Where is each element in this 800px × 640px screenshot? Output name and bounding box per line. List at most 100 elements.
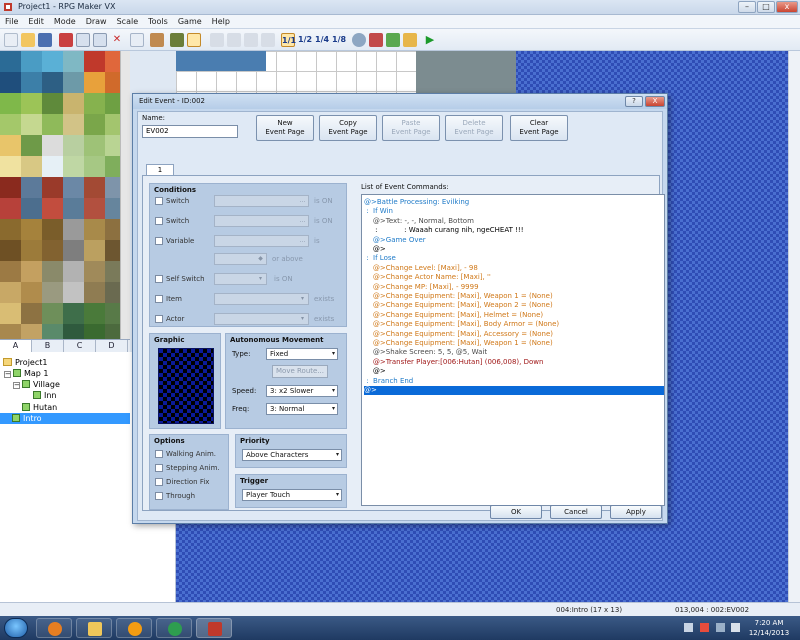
movement-type-select[interactable]: Fixed ▾ xyxy=(266,348,338,360)
paste-event-page-button[interactable]: Paste Event Page xyxy=(382,115,440,141)
event-command-row[interactable]: @>Text: -, -, Normal, Bottom xyxy=(364,217,664,226)
event-command-row[interactable]: @>Change Equipment: [Maxi], Helmet = (No… xyxy=(364,311,664,320)
start-button[interactable] xyxy=(4,618,28,638)
switch2-checkbox[interactable] xyxy=(155,217,163,225)
new-project-icon[interactable] xyxy=(4,33,18,47)
event-command-row[interactable]: @> xyxy=(364,245,664,254)
event-command-row[interactable]: @>Change Level: [Maxi], - 98 xyxy=(364,264,664,273)
menu-mode[interactable]: Mode xyxy=(49,15,81,26)
event-command-row[interactable]: @>Change MP: [Maxi], - 9999 xyxy=(364,283,664,292)
event-command-row[interactable]: @>Battle Processing: Evilking xyxy=(364,198,664,207)
menu-game[interactable]: Game xyxy=(173,15,207,26)
event-command-row[interactable]: @>Shake Screen: 5, 5, @5, Wait xyxy=(364,348,664,357)
database-icon[interactable] xyxy=(352,33,366,47)
item-select[interactable]: ▾ xyxy=(214,293,309,305)
tray-flag-icon[interactable] xyxy=(700,623,709,632)
maximize-button[interactable]: □ xyxy=(757,1,775,13)
self-switch-select[interactable]: ▾ xyxy=(214,273,267,285)
stepping-anim-checkbox[interactable] xyxy=(155,464,163,472)
minimize-button[interactable]: – xyxy=(738,1,756,13)
delete-icon[interactable]: ✕ xyxy=(110,33,124,47)
ok-button[interactable]: OK xyxy=(490,505,542,519)
taskbar-firefox[interactable] xyxy=(36,618,72,638)
taskbar-rpgmaker[interactable] xyxy=(196,618,232,638)
delete-event-page-button[interactable]: Delete Event Page xyxy=(445,115,503,141)
map-scrollbar[interactable] xyxy=(788,51,800,602)
scale-1-2-button[interactable]: 1/2 xyxy=(298,33,312,47)
walking-anim-checkbox[interactable] xyxy=(155,450,163,458)
tray-volume-icon[interactable] xyxy=(731,623,740,632)
direction-fix-checkbox[interactable] xyxy=(155,478,163,486)
switch1-checkbox[interactable] xyxy=(155,197,163,205)
map-layer-icon[interactable] xyxy=(170,33,184,47)
clock[interactable]: 7:20 AM 12/14/2013 xyxy=(744,618,794,638)
tab-b[interactable]: B xyxy=(32,340,64,352)
open-project-icon[interactable] xyxy=(21,33,35,47)
tray-arrow-icon[interactable] xyxy=(684,623,693,632)
variable-value-spinner[interactable]: ◆ xyxy=(214,253,267,265)
tree-item-intro[interactable]: Intro xyxy=(0,413,130,424)
event-command-row[interactable]: @>Change Equipment: [Maxi], Weapon 1 = (… xyxy=(364,339,664,348)
scale-1-4-button[interactable]: 1/4 xyxy=(315,33,329,47)
copy-event-page-button[interactable]: Copy Event Page xyxy=(319,115,377,141)
material-base-icon[interactable] xyxy=(369,33,383,47)
scale-1-8-button[interactable]: 1/8 xyxy=(332,33,346,47)
scale-1-1-button[interactable]: 1/1 xyxy=(281,33,296,47)
switch2-select[interactable]: ... xyxy=(214,215,309,227)
fill-icon[interactable] xyxy=(261,33,275,47)
taskbar-chrome[interactable] xyxy=(156,618,192,638)
rectangle-icon[interactable] xyxy=(227,33,241,47)
menu-edit[interactable]: Edit xyxy=(23,15,49,26)
priority-select[interactable]: Above Characters ▾ xyxy=(242,449,342,461)
movement-freq-select[interactable]: 3: Normal ▾ xyxy=(266,403,338,415)
event-command-row[interactable]: : : Waaah curang nih, ngeCHEAT !!! xyxy=(364,226,664,235)
menu-draw[interactable]: Draw xyxy=(81,15,112,26)
event-command-row[interactable]: @>Change Actor Name: [Maxi], '' xyxy=(364,273,664,282)
ellipse-icon[interactable] xyxy=(244,33,258,47)
tab-d[interactable]: D xyxy=(96,340,128,352)
through-checkbox[interactable] xyxy=(155,492,163,500)
menu-tools[interactable]: Tools xyxy=(143,15,173,26)
collapse-toggle-icon[interactable]: − xyxy=(4,371,11,378)
tileset-palette[interactable] xyxy=(0,51,130,341)
event-command-row[interactable]: @>Change Equipment: [Maxi], Weapon 1 = (… xyxy=(364,292,664,301)
paste-icon[interactable] xyxy=(93,33,107,47)
taskbar-media[interactable] xyxy=(116,618,152,638)
cancel-button[interactable]: Cancel xyxy=(550,505,602,519)
menu-help[interactable]: Help xyxy=(207,15,235,26)
taskbar-explorer[interactable] xyxy=(76,618,112,638)
variable-checkbox[interactable] xyxy=(155,237,163,245)
tileset-scrollbar[interactable] xyxy=(120,51,130,341)
new-event-page-button[interactable]: New Event Page xyxy=(256,115,314,141)
actor-checkbox[interactable] xyxy=(155,315,163,323)
event-command-row[interactable]: @> xyxy=(364,367,664,376)
apply-button[interactable]: Apply xyxy=(610,505,662,519)
tray-network-icon[interactable] xyxy=(716,623,725,632)
sound-test-icon[interactable] xyxy=(403,33,417,47)
close-button[interactable]: x xyxy=(776,1,798,13)
variable-select[interactable]: ... xyxy=(214,235,309,247)
actor-select[interactable]: ▾ xyxy=(214,313,309,325)
cut-icon[interactable] xyxy=(59,33,73,47)
clear-event-page-button[interactable]: Clear Event Page xyxy=(510,115,568,141)
item-checkbox[interactable] xyxy=(155,295,163,303)
collapse-toggle-icon[interactable]: − xyxy=(13,382,20,389)
dialog-close-button[interactable]: X xyxy=(645,96,665,107)
event-command-row[interactable]: : If Win xyxy=(364,207,664,216)
menu-file[interactable]: File xyxy=(0,15,23,26)
event-command-row[interactable]: @>Game Over xyxy=(364,236,664,245)
menu-scale[interactable]: Scale xyxy=(112,15,144,26)
switch1-select[interactable]: ... xyxy=(214,195,309,207)
self-switch-checkbox[interactable] xyxy=(155,275,163,283)
help-button[interactable]: ? xyxy=(625,96,643,107)
copy-icon[interactable] xyxy=(76,33,90,47)
event-command-row[interactable]: @>Change Equipment: [Maxi], Weapon 2 = (… xyxy=(364,301,664,310)
movement-speed-select[interactable]: 3: x2 Slower ▾ xyxy=(266,385,338,397)
tab-c[interactable]: C xyxy=(64,340,96,352)
pencil-icon[interactable] xyxy=(210,33,224,47)
map-mode-icon[interactable] xyxy=(150,33,164,47)
script-editor-icon[interactable] xyxy=(386,33,400,47)
event-command-row[interactable]: @>Change Equipment: [Maxi], Body Armor =… xyxy=(364,320,664,329)
trigger-select[interactable]: Player Touch ▾ xyxy=(242,489,342,501)
event-command-row[interactable]: @>Transfer Player:[006:Hutan] (006,008),… xyxy=(364,358,664,367)
